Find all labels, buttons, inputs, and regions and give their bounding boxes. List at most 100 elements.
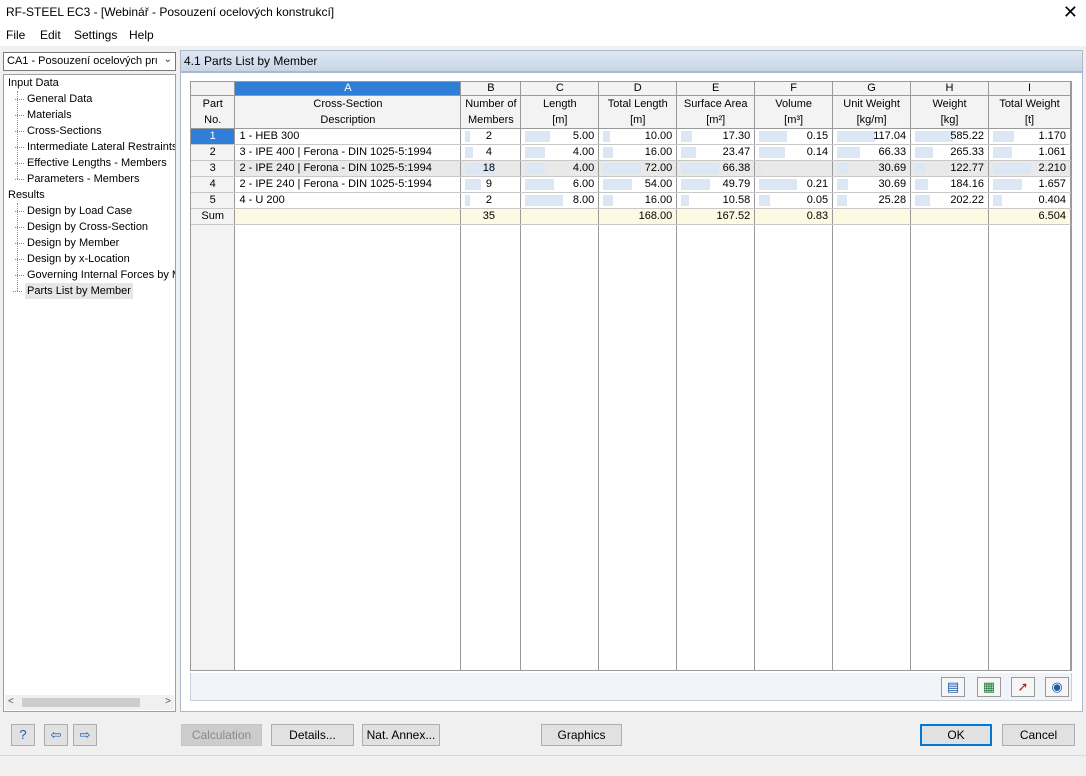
cell-weight[interactable]: 585.22: [911, 129, 989, 145]
cell-total-length[interactable]: 72.00: [599, 161, 677, 177]
cell-members[interactable]: 18: [461, 161, 521, 177]
scroll-left-icon[interactable]: <: [8, 696, 14, 707]
table-row[interactable]: 23 - IPE 400 | Ferona - DIN 1025-5:19944…: [191, 145, 1071, 161]
row-number[interactable]: 3: [191, 161, 235, 177]
case-select[interactable]: CA1 - Posouzení ocelových prut ⌄: [3, 52, 176, 71]
column-letter-i[interactable]: I: [988, 82, 1070, 96]
column-letter-h[interactable]: H: [911, 82, 989, 96]
row-number[interactable]: 1: [191, 129, 235, 145]
calculation-button[interactable]: Calculation: [181, 724, 262, 746]
cell-total-weight[interactable]: 0.404: [988, 193, 1070, 209]
row-number[interactable]: 2: [191, 145, 235, 161]
scroll-thumb[interactable]: [22, 698, 140, 707]
table-row[interactable]: 11 - HEB 30025.0010.0017.300.15117.04585…: [191, 129, 1071, 145]
cell-total-length[interactable]: 16.00: [599, 145, 677, 161]
cell-unit-weight[interactable]: 117.04: [833, 129, 911, 145]
cell-surface[interactable]: 49.79: [677, 177, 755, 193]
cell-surface[interactable]: 10.58: [677, 193, 755, 209]
tree-item-effective-lengths[interactable]: Effective Lengths - Members: [27, 155, 167, 171]
pointer-select-icon[interactable]: ➚: [1011, 677, 1035, 697]
table-row[interactable]: 54 - U 20028.0016.0010.580.0525.28202.22…: [191, 193, 1071, 209]
column-letter-a[interactable]: A: [235, 82, 461, 96]
tree-item-cross-sections[interactable]: Cross-Sections: [27, 123, 102, 139]
cell-total-weight[interactable]: 1.657: [988, 177, 1070, 193]
cell-total-length[interactable]: 54.00: [599, 177, 677, 193]
cell-weight[interactable]: 122.77: [911, 161, 989, 177]
cell-description[interactable]: 4 - U 200: [235, 193, 461, 209]
cell-surface[interactable]: 66.38: [677, 161, 755, 177]
graphics-button[interactable]: Graphics: [541, 724, 622, 746]
view-eye-icon[interactable]: ◉: [1045, 677, 1069, 697]
nat-annex-button[interactable]: Nat. Annex...: [362, 724, 440, 746]
cell-length[interactable]: 5.00: [521, 129, 599, 145]
tree-group-results[interactable]: Results: [8, 187, 45, 203]
menu-edit[interactable]: Edit: [40, 28, 61, 42]
cell-total-weight[interactable]: 1.061: [988, 145, 1070, 161]
cell-weight[interactable]: 202.22: [911, 193, 989, 209]
cell-description[interactable]: 2 - IPE 240 | Ferona - DIN 1025-5:1994: [235, 177, 461, 193]
navigator-hscrollbar[interactable]: < >: [5, 695, 174, 710]
cell-members[interactable]: 2: [461, 129, 521, 145]
help-icon[interactable]: ?: [11, 724, 35, 746]
tree-item-design-cross-section[interactable]: Design by Cross-Section: [27, 219, 148, 235]
cell-members[interactable]: 4: [461, 145, 521, 161]
scroll-right-icon[interactable]: >: [165, 696, 171, 707]
tree-item-design-member[interactable]: Design by Member: [27, 235, 119, 251]
cell-length[interactable]: 4.00: [521, 161, 599, 177]
cell-description[interactable]: 3 - IPE 400 | Ferona - DIN 1025-5:1994: [235, 145, 461, 161]
menu-settings[interactable]: Settings: [74, 28, 117, 42]
cancel-button[interactable]: Cancel: [1002, 724, 1075, 746]
cell-description[interactable]: 2 - IPE 240 | Ferona - DIN 1025-5:1994: [235, 161, 461, 177]
cell-members[interactable]: 2: [461, 193, 521, 209]
cell-members[interactable]: 9: [461, 177, 521, 193]
cell-volume[interactable]: 0.21: [755, 177, 833, 193]
table-row[interactable]: 32 - IPE 240 | Ferona - DIN 1025-5:19941…: [191, 161, 1071, 177]
cell-length[interactable]: 4.00: [521, 145, 599, 161]
table-row[interactable]: 42 - IPE 240 | Ferona - DIN 1025-5:19949…: [191, 177, 1071, 193]
cell-volume[interactable]: 0.15: [755, 129, 833, 145]
cell-length[interactable]: 6.00: [521, 177, 599, 193]
tree-item-general-data[interactable]: General Data: [27, 91, 92, 107]
excel-export-icon[interactable]: ▦: [977, 677, 1001, 697]
column-letter-b[interactable]: B: [461, 82, 521, 96]
menu-help[interactable]: Help: [129, 28, 154, 42]
cell-weight[interactable]: 265.33: [911, 145, 989, 161]
cell-volume[interactable]: [755, 161, 833, 177]
column-letter-c[interactable]: C: [521, 82, 599, 96]
cell-volume[interactable]: 0.05: [755, 193, 833, 209]
tree-item-parts-list[interactable]: Parts List by Member: [25, 283, 133, 299]
cell-description[interactable]: 1 - HEB 300: [235, 129, 461, 145]
cell-total-length[interactable]: 10.00: [599, 129, 677, 145]
cell-length[interactable]: 8.00: [521, 193, 599, 209]
tree-group-input-data[interactable]: Input Data: [8, 75, 59, 91]
row-number[interactable]: 4: [191, 177, 235, 193]
cell-unit-weight[interactable]: 66.33: [833, 145, 911, 161]
column-chart-icon[interactable]: ▤: [941, 677, 965, 697]
tree-item-design-load-case[interactable]: Design by Load Case: [27, 203, 132, 219]
column-letter-f[interactable]: F: [755, 82, 833, 96]
export-icon[interactable]: ⇨: [73, 724, 97, 746]
cell-volume[interactable]: 0.14: [755, 145, 833, 161]
cell-total-weight[interactable]: 2.210: [988, 161, 1070, 177]
chevron-down-icon[interactable]: ⌄: [164, 54, 172, 65]
cell-unit-weight[interactable]: 30.69: [833, 161, 911, 177]
column-letter-g[interactable]: G: [833, 82, 911, 96]
cell-total-weight[interactable]: 1.170: [988, 129, 1070, 145]
column-letter-e[interactable]: E: [677, 82, 755, 96]
column-letter-d[interactable]: D: [599, 82, 677, 96]
tree-item-governing-forces[interactable]: Governing Internal Forces by M: [27, 267, 176, 283]
menu-file[interactable]: File: [6, 28, 25, 42]
ok-button[interactable]: OK: [920, 724, 992, 746]
tree-item-lateral-restraints[interactable]: Intermediate Lateral Restraints: [27, 139, 176, 155]
cell-surface[interactable]: 17.30: [677, 129, 755, 145]
tree-item-parameters-members[interactable]: Parameters - Members: [27, 171, 139, 187]
cell-weight[interactable]: 184.16: [911, 177, 989, 193]
tree-item-materials[interactable]: Materials: [27, 107, 72, 123]
cell-unit-weight[interactable]: 25.28: [833, 193, 911, 209]
tree-item-design-x-location[interactable]: Design by x-Location: [27, 251, 130, 267]
details-button[interactable]: Details...: [271, 724, 354, 746]
import-icon[interactable]: ⇦: [44, 724, 68, 746]
cell-total-length[interactable]: 16.00: [599, 193, 677, 209]
close-icon[interactable]: ✕: [1063, 2, 1078, 23]
cell-unit-weight[interactable]: 30.69: [833, 177, 911, 193]
